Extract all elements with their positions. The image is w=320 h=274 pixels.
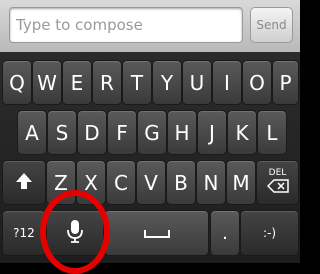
key-label: H — [174, 120, 190, 145]
key-w[interactable]: W — [32, 60, 62, 105]
key-f[interactable]: F — [107, 110, 137, 155]
key-label: M — [232, 170, 250, 195]
key-label: G — [144, 120, 160, 145]
shift-key[interactable] — [2, 160, 46, 205]
microphone-icon — [67, 219, 83, 247]
key-l[interactable]: L — [257, 110, 287, 155]
symbols-label: ?12 — [13, 226, 35, 240]
backspace-icon — [266, 178, 289, 197]
key-a[interactable]: A — [17, 110, 47, 155]
key-label: C — [114, 170, 128, 195]
key-label: R — [100, 70, 114, 95]
emoticon-label: :-) — [262, 226, 277, 240]
key-label: K — [235, 120, 249, 145]
key-label: T — [130, 70, 144, 95]
compose-bar: Send — [0, 0, 300, 53]
key-label: N — [203, 170, 219, 195]
key-k[interactable]: K — [227, 110, 257, 155]
key-label: A — [25, 120, 39, 145]
key-x[interactable]: X — [76, 160, 106, 205]
space-key[interactable] — [104, 210, 209, 256]
key-q[interactable]: Q — [2, 60, 32, 105]
key-y[interactable]: Y — [152, 60, 182, 105]
key-label: O — [249, 70, 265, 95]
key-label: D — [84, 120, 100, 145]
voice-input-key[interactable] — [46, 210, 104, 256]
key-t[interactable]: T — [122, 60, 152, 105]
soft-keyboard: Q W E R T Y U I O P A S D F G H J K L Z … — [0, 52, 300, 263]
key-label: U — [189, 70, 205, 95]
key-g[interactable]: G — [137, 110, 167, 155]
key-o[interactable]: O — [242, 60, 272, 105]
key-label: I — [224, 70, 230, 95]
key-label: Z — [54, 170, 68, 195]
key-s[interactable]: S — [47, 110, 77, 155]
key-label: P — [279, 70, 292, 95]
delete-label: DEL — [268, 168, 287, 178]
key-z[interactable]: Z — [46, 160, 76, 205]
key-label: V — [144, 170, 158, 195]
key-r[interactable]: R — [92, 60, 122, 105]
key-u[interactable]: U — [182, 60, 212, 105]
key-label: X — [84, 170, 98, 195]
key-label: J — [209, 120, 215, 145]
compose-input[interactable] — [9, 7, 243, 43]
key-i[interactable]: I — [212, 60, 242, 105]
key-label: F — [116, 120, 128, 145]
key-label: Q — [9, 70, 25, 95]
key-m[interactable]: M — [226, 160, 256, 205]
key-label: Y — [160, 70, 174, 95]
symbols-key[interactable]: ?12 — [2, 210, 46, 256]
emoticon-key[interactable]: :-) — [240, 210, 299, 256]
key-n[interactable]: N — [196, 160, 226, 205]
key-c[interactable]: C — [106, 160, 136, 205]
key-b[interactable]: B — [166, 160, 196, 205]
key-label: S — [55, 120, 69, 145]
key-d[interactable]: D — [77, 110, 107, 155]
key-v[interactable]: V — [136, 160, 166, 205]
space-bar-icon — [143, 224, 170, 243]
key-label: B — [174, 170, 188, 195]
key-j[interactable]: J — [197, 110, 227, 155]
key-h[interactable]: H — [167, 110, 197, 155]
send-button[interactable]: Send — [250, 7, 293, 43]
period-label: . — [222, 222, 228, 244]
key-p[interactable]: P — [272, 60, 299, 105]
period-key[interactable]: . — [210, 210, 240, 256]
key-label: L — [266, 120, 278, 145]
shift-arrow-icon — [14, 171, 34, 195]
key-label: W — [37, 70, 57, 95]
delete-key[interactable]: DEL — [256, 160, 299, 205]
key-e[interactable]: E — [62, 60, 92, 105]
key-label: E — [70, 70, 84, 95]
